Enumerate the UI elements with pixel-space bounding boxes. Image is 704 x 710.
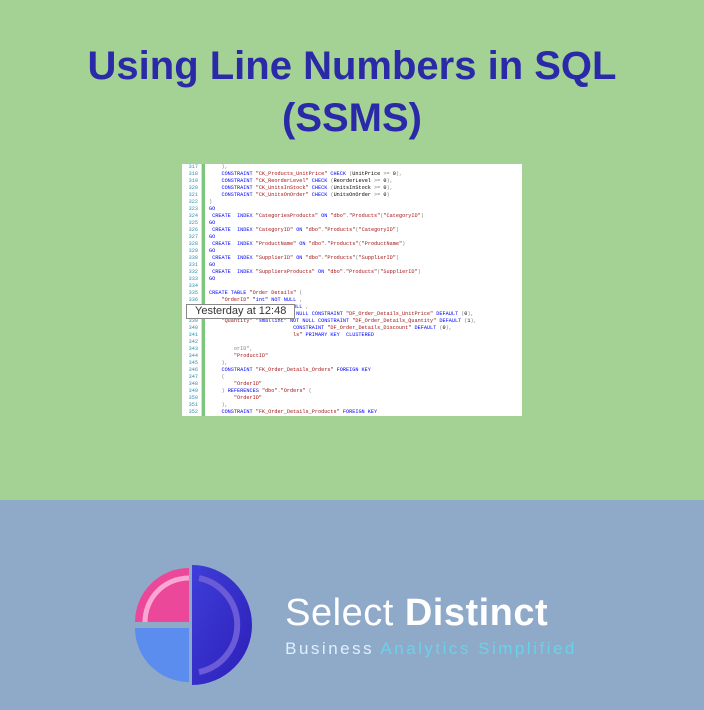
line-number: 343 bbox=[182, 346, 198, 353]
line-number: 351 bbox=[182, 402, 198, 409]
code-line: GO bbox=[209, 248, 522, 255]
brand-name: Select Distinct bbox=[285, 592, 577, 635]
line-number: 324 bbox=[182, 213, 198, 220]
promo-card: Using Line Numbers in SQL (SSMS) 3173183… bbox=[0, 0, 704, 710]
code-line: GO bbox=[209, 206, 522, 213]
line-number: 322 bbox=[182, 199, 198, 206]
ssms-editor: 3173183193203213223233243253263273283293… bbox=[182, 164, 522, 416]
code-line bbox=[209, 283, 522, 290]
line-number: 334 bbox=[182, 283, 198, 290]
line-number: 328 bbox=[182, 241, 198, 248]
code-line: GO bbox=[209, 234, 522, 241]
code-line: GO bbox=[209, 262, 522, 269]
code-line: CONSTRAINT "CK_ReorderLevel" CHECK (Reor… bbox=[209, 178, 522, 185]
page-title: Using Line Numbers in SQL (SSMS) bbox=[0, 40, 704, 144]
code-line: GO bbox=[209, 276, 522, 283]
timestamp-tooltip: Yesterday at 12:48 bbox=[186, 304, 295, 319]
code-line: CREATE INDEX "SuppliersProducts" ON "dbo… bbox=[209, 269, 522, 276]
line-number: 341 bbox=[182, 332, 198, 339]
brand-name-bold: Distinct bbox=[405, 592, 548, 634]
line-number: 327 bbox=[182, 234, 198, 241]
line-number: 345 bbox=[182, 360, 198, 367]
line-number: 326 bbox=[182, 227, 198, 234]
code-line: "ProductID" bbox=[209, 353, 522, 360]
code-line: CREATE INDEX "CategoriesProducts" ON "db… bbox=[209, 213, 522, 220]
brand-logo-icon bbox=[127, 560, 257, 690]
brand-footer: Select Distinct Business Analytics Simpl… bbox=[0, 500, 704, 710]
code-line: ) bbox=[209, 199, 522, 206]
line-number: 348 bbox=[182, 381, 198, 388]
code-line: CONSTRAINT "CK_Products_UnitPrice" CHECK… bbox=[209, 171, 522, 178]
code-body: 3173183193203213223233243253263273283293… bbox=[182, 164, 522, 416]
line-number: 321 bbox=[182, 192, 198, 199]
brand-name-light: Select bbox=[285, 592, 405, 634]
top-panel: Using Line Numbers in SQL (SSMS) 3173183… bbox=[0, 0, 704, 500]
line-number: 330 bbox=[182, 255, 198, 262]
line-number: 332 bbox=[182, 269, 198, 276]
code-line: CREATE INDEX "SupplierID" ON "dbo"."Prod… bbox=[209, 255, 522, 262]
line-number: 325 bbox=[182, 220, 198, 227]
code-content: ), CONSTRAINT "CK_Products_UnitPrice" CH… bbox=[205, 164, 522, 416]
brand-tagline: Business Analytics Simplified bbox=[285, 639, 577, 659]
code-line: CREATE INDEX "ProductName" ON "dbo"."Pro… bbox=[209, 241, 522, 248]
title-line-2: (SSMS) bbox=[282, 96, 422, 140]
code-line: CONSTRAINT "FK_Order_Details_Orders" FOR… bbox=[209, 367, 522, 374]
title-line-1: Using Line Numbers in SQL bbox=[88, 44, 617, 88]
code-line: orID", bbox=[209, 346, 522, 353]
code-line: ( bbox=[209, 374, 522, 381]
line-number: 342 bbox=[182, 339, 198, 346]
tagline-part1: Business bbox=[285, 639, 380, 658]
line-number: 336 bbox=[182, 297, 198, 304]
line-number: 323 bbox=[182, 206, 198, 213]
line-number: 331 bbox=[182, 262, 198, 269]
code-line: ) REFERENCES "dbo"."Orders" ( bbox=[209, 388, 522, 395]
code-line: ls" PRIMARY KEY CLUSTERED bbox=[209, 332, 522, 339]
line-number: 335 bbox=[182, 290, 198, 297]
code-line: "Quantity" "smallint" NOT NULL CONSTRAIN… bbox=[209, 318, 522, 325]
line-number: 320 bbox=[182, 185, 198, 192]
line-number: 347 bbox=[182, 374, 198, 381]
code-line: CREATE INDEX "CategoryID" ON "dbo"."Prod… bbox=[209, 227, 522, 234]
line-number: 319 bbox=[182, 178, 198, 185]
code-line: CONSTRAINT "CK_UnitsOnOrder" CHECK (Unit… bbox=[209, 192, 522, 199]
code-line: "OrderID" bbox=[209, 395, 522, 402]
code-line: CONSTRAINT "FK_Order_Details_Products" F… bbox=[209, 409, 522, 416]
line-number: 318 bbox=[182, 171, 198, 178]
code-line: GO bbox=[209, 220, 522, 227]
code-line: CONSTRAINT "CK_UnitsInStock" CHECK (Unit… bbox=[209, 185, 522, 192]
line-number: 329 bbox=[182, 248, 198, 255]
line-number: 333 bbox=[182, 276, 198, 283]
line-number: 346 bbox=[182, 367, 198, 374]
code-line: ), bbox=[209, 360, 522, 367]
line-number: 350 bbox=[182, 395, 198, 402]
line-number: 340 bbox=[182, 325, 198, 332]
line-number: 317 bbox=[182, 164, 198, 171]
line-number: 352 bbox=[182, 409, 198, 416]
code-line: CONSTRAINT "DF_Order_Details_Discount" D… bbox=[209, 325, 522, 332]
code-line: "OrderID" "int" NOT NULL , bbox=[209, 297, 522, 304]
tagline-part2: Analytics Simplified bbox=[380, 639, 576, 658]
code-line: CREATE TABLE "Order Details" ( bbox=[209, 290, 522, 297]
line-number: 344 bbox=[182, 353, 198, 360]
code-line: ), bbox=[209, 402, 522, 409]
line-number: 349 bbox=[182, 388, 198, 395]
line-number: 339 bbox=[182, 318, 198, 325]
code-line bbox=[209, 339, 522, 346]
line-number-gutter: 3173183193203213223233243253263273283293… bbox=[182, 164, 202, 416]
code-line: ), bbox=[209, 164, 522, 171]
code-line: "OrderID" bbox=[209, 381, 522, 388]
brand-text: Select Distinct Business Analytics Simpl… bbox=[285, 592, 577, 659]
